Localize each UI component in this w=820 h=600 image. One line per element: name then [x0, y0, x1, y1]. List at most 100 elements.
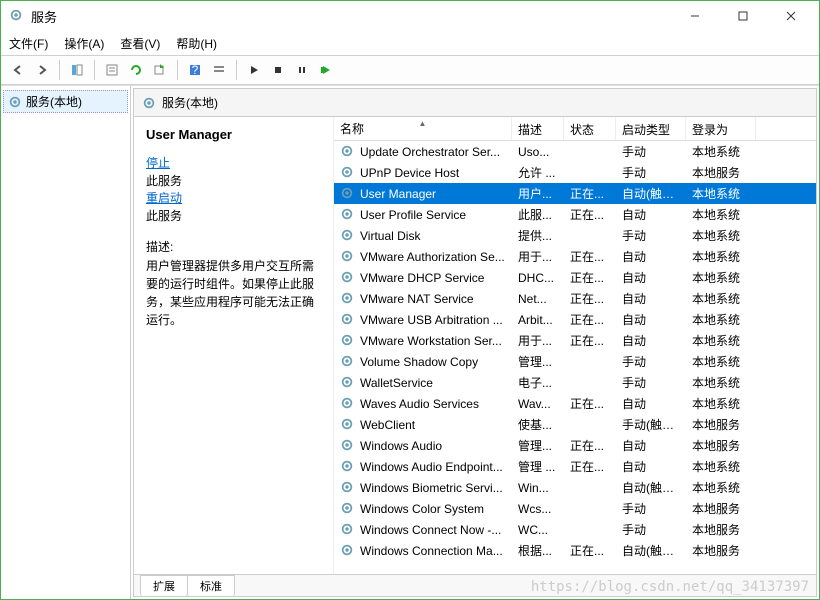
tree-root-node[interactable]: 服务(本地) — [3, 90, 128, 113]
gear-icon — [340, 165, 356, 181]
tab-extended[interactable]: 扩展 — [140, 575, 188, 596]
refresh-button[interactable] — [125, 59, 147, 81]
service-logon: 本地服务 — [686, 164, 756, 181]
service-row[interactable]: User Manager用户...正在...自动(触发...本地系统 — [334, 183, 816, 204]
right-pane: 服务(本地) User Manager 停止此服务 重启动此服务 描述: 用户管… — [133, 88, 817, 597]
service-row[interactable]: Virtual Disk提供...手动本地系统 — [334, 225, 816, 246]
list-body[interactable]: Update Orchestrator Ser...Uso...手动本地系统UP… — [334, 141, 816, 574]
service-name: User Profile Service — [360, 208, 466, 222]
service-name: VMware Workstation Ser... — [360, 334, 502, 348]
back-button[interactable] — [7, 59, 29, 81]
service-logon: 本地服务 — [686, 437, 756, 454]
description-label: 描述: — [146, 238, 321, 255]
list-button[interactable] — [208, 59, 230, 81]
col-name[interactable]: 名称▲ — [334, 117, 512, 140]
service-status: 正在... — [564, 332, 616, 349]
service-desc: 管理 ... — [512, 458, 564, 475]
service-row[interactable]: Windows Audio Endpoint...管理 ...正在...自动本地… — [334, 456, 816, 477]
service-name: Windows Connect Now -... — [360, 523, 501, 537]
service-name: Windows Color System — [360, 502, 484, 516]
service-row[interactable]: Windows Connection Ma...根据...正在...自动(触发.… — [334, 540, 816, 561]
service-row[interactable]: Update Orchestrator Ser...Uso...手动本地系统 — [334, 141, 816, 162]
gear-icon — [340, 249, 356, 265]
service-logon: 本地系统 — [686, 185, 756, 202]
pause-service-button[interactable] — [291, 59, 313, 81]
stop-link[interactable]: 停止 — [146, 154, 321, 172]
service-status: 正在... — [564, 395, 616, 412]
service-logon: 本地系统 — [686, 248, 756, 265]
service-name: Windows Connection Ma... — [360, 544, 503, 558]
service-row[interactable]: UPnP Device Host允许 ...手动本地服务 — [334, 162, 816, 183]
service-logon: 本地服务 — [686, 416, 756, 433]
minimize-button[interactable] — [675, 2, 715, 30]
service-name: Update Orchestrator Ser... — [360, 145, 500, 159]
service-desc: 根据... — [512, 542, 564, 559]
gear-icon — [340, 543, 356, 559]
service-row[interactable]: WalletService电子...手动本地系统 — [334, 372, 816, 393]
start-service-button[interactable] — [243, 59, 265, 81]
gear-icon — [340, 270, 356, 286]
gear-icon — [340, 228, 356, 244]
service-row[interactable]: VMware Workstation Ser...用于...正在...自动本地系… — [334, 330, 816, 351]
col-startup[interactable]: 启动类型 — [616, 117, 686, 140]
service-desc: WC... — [512, 523, 564, 537]
service-row[interactable]: Windows Connect Now -...WC...手动本地服务 — [334, 519, 816, 540]
gear-icon — [340, 396, 356, 412]
maximize-button[interactable] — [723, 2, 763, 30]
service-desc: 使基... — [512, 416, 564, 433]
service-status: 正在... — [564, 311, 616, 328]
gear-icon — [8, 95, 22, 109]
service-row[interactable]: VMware USB Arbitration ...Arbit...正在...自… — [334, 309, 816, 330]
service-row[interactable]: Windows Audio管理...正在...自动本地服务 — [334, 435, 816, 456]
service-startup: 自动(触发... — [616, 185, 686, 202]
show-hide-button[interactable] — [66, 59, 88, 81]
restart-link[interactable]: 重启动 — [146, 189, 321, 207]
service-desc: Net... — [512, 292, 564, 306]
service-startup: 自动 — [616, 458, 686, 475]
stop-service-button[interactable] — [267, 59, 289, 81]
tree-root-label: 服务(本地) — [26, 93, 82, 110]
service-logon: 本地系统 — [686, 353, 756, 370]
menu-help[interactable]: 帮助(H) — [176, 35, 217, 52]
service-logon: 本地系统 — [686, 227, 756, 244]
service-startup: 手动 — [616, 227, 686, 244]
service-logon: 本地服务 — [686, 542, 756, 559]
export-button[interactable] — [149, 59, 171, 81]
service-row[interactable]: User Profile Service此服...正在...自动本地系统 — [334, 204, 816, 225]
sort-asc-icon: ▲ — [419, 119, 427, 128]
menu-file[interactable]: 文件(F) — [9, 35, 48, 52]
service-row[interactable]: VMware Authorization Se...用于...正在...自动本地… — [334, 246, 816, 267]
close-button[interactable] — [771, 2, 811, 30]
service-row[interactable]: VMware NAT ServiceNet...正在...自动本地系统 — [334, 288, 816, 309]
service-row[interactable]: Waves Audio ServicesWav...正在...自动本地系统 — [334, 393, 816, 414]
service-desc: Win... — [512, 481, 564, 495]
service-desc: Wcs... — [512, 502, 564, 516]
gear-icon — [340, 312, 356, 328]
service-startup: 自动(触发... — [616, 542, 686, 559]
forward-button[interactable] — [31, 59, 53, 81]
menu-view[interactable]: 查看(V) — [120, 35, 160, 52]
service-startup: 自动 — [616, 290, 686, 307]
service-row[interactable]: Windows Biometric Servi...Win...自动(触发...… — [334, 477, 816, 498]
menu-action[interactable]: 操作(A) — [64, 35, 104, 52]
restart-service-button[interactable] — [315, 59, 337, 81]
col-status[interactable]: 状态 — [564, 117, 616, 140]
service-logon: 本地系统 — [686, 311, 756, 328]
col-logon[interactable]: 登录为 — [686, 117, 756, 140]
service-desc: 管理... — [512, 437, 564, 454]
service-logon: 本地系统 — [686, 143, 756, 160]
service-row[interactable]: VMware DHCP ServiceDHC...正在...自动本地系统 — [334, 267, 816, 288]
col-desc[interactable]: 描述 — [512, 117, 564, 140]
service-row[interactable]: Windows Color SystemWcs...手动本地服务 — [334, 498, 816, 519]
service-desc: Uso... — [512, 145, 564, 159]
content-area: 服务(本地) 服务(本地) User Manager 停止此服务 重启动此服务 … — [1, 85, 819, 599]
service-logon: 本地系统 — [686, 479, 756, 496]
service-logon: 本地系统 — [686, 458, 756, 475]
help-button[interactable]: ? — [184, 59, 206, 81]
service-startup: 自动 — [616, 311, 686, 328]
toolbar: ? — [1, 55, 819, 85]
tab-standard[interactable]: 标准 — [187, 575, 235, 596]
properties-button[interactable] — [101, 59, 123, 81]
service-row[interactable]: WebClient使基...手动(触发...本地服务 — [334, 414, 816, 435]
service-row[interactable]: Volume Shadow Copy管理...手动本地系统 — [334, 351, 816, 372]
